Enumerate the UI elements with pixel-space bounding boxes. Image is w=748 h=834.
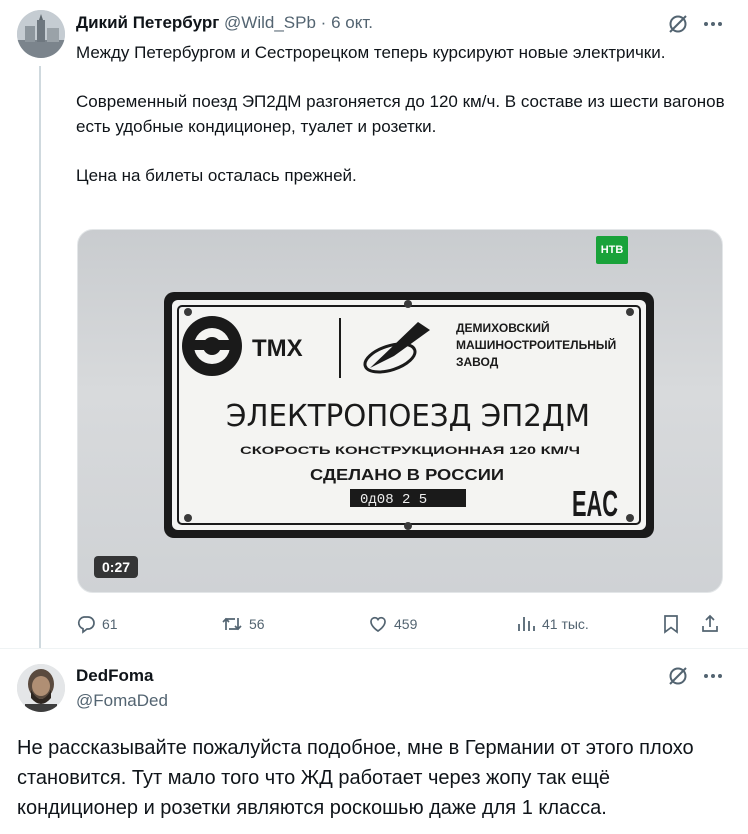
avatar-image — [17, 10, 65, 58]
author-handle[interactable]: @Wild_SPb — [224, 13, 316, 32]
grok-button[interactable] — [664, 664, 692, 688]
reply-author-name[interactable]: DedFoma — [76, 664, 153, 688]
like-button[interactable]: 459 — [368, 612, 417, 636]
tweet-header: Дикий Петербург @Wild_SPb · 6 окт. — [76, 11, 373, 35]
reply-button[interactable]: 61 — [76, 612, 118, 636]
views-button[interactable]: 41 тыс. — [516, 612, 589, 636]
retweet-button[interactable]: 56 — [221, 612, 265, 636]
tweet-paragraph: Цена на билеты осталась прежней. — [76, 166, 357, 185]
share-icon — [702, 614, 718, 632]
grok-icon — [669, 15, 687, 33]
video-frame: ТМХ ДЕМИХОВСКИЙ МАШИНОСТРОИТЕЛЬНЫЙ ЗАВОД… — [164, 292, 654, 538]
reply-author-avatar[interactable] — [17, 664, 65, 712]
avatar-image — [17, 664, 65, 712]
tweet-text: Между Петербургом и Сестрорецком теперь … — [76, 40, 726, 188]
screw-icon — [404, 522, 412, 530]
plate-brand: ТМХ — [252, 335, 303, 362]
screw-icon — [184, 514, 192, 522]
author-name[interactable]: Дикий Петербург — [76, 13, 219, 32]
views-icon — [518, 617, 535, 631]
more-options-button[interactable] — [700, 664, 726, 688]
more-icon — [704, 22, 722, 26]
reply-text: Не рассказывайте пожалуйста подобное, мн… — [17, 737, 694, 819]
bookmark-button[interactable] — [662, 612, 686, 636]
screw-icon — [626, 308, 634, 316]
reply-count: 61 — [102, 616, 118, 632]
like-count: 459 — [394, 616, 418, 632]
more-icon — [704, 674, 722, 678]
tweet-actions: 61 56 459 41 тыс. — [76, 612, 726, 636]
video-duration: 0:27 — [94, 556, 139, 578]
plate-serial: 0д08 2 5 — [360, 492, 427, 508]
screw-icon — [626, 514, 634, 522]
screw-icon — [184, 308, 192, 316]
tweet-divider — [0, 648, 748, 649]
screw-icon — [404, 300, 412, 308]
reply-icon — [77, 616, 95, 634]
tweet-timestamp[interactable]: 6 окт. — [331, 13, 373, 32]
video-player[interactable]: ТМХ ДЕМИХОВСКИЙ МАШИНОСТРОИТЕЛЬНЫЙ ЗАВОД… — [77, 229, 723, 593]
thread-connector-line — [39, 66, 41, 648]
tweet-paragraph: Между Петербургом и Сестрорецком теперь … — [76, 43, 666, 62]
tmh-logo-icon — [182, 316, 242, 376]
header-separator: · — [320, 13, 327, 32]
views-count: 41 тыс. — [542, 616, 589, 632]
plate-made-in: СДЕЛАНО В РОССИИ — [310, 467, 504, 484]
bookmark-icon — [664, 615, 678, 634]
retweet-icon — [222, 617, 242, 631]
plate-maker-line: ЗАВОД — [456, 355, 499, 369]
plate-maker-line: МАШИНОСТРОИТЕЛЬНЫЙ — [456, 337, 616, 352]
plate-model: ЭЛЕКТРОПОЕЗД ЭП2ДМ — [226, 399, 590, 434]
more-options-button[interactable] — [700, 12, 726, 36]
tweet-paragraph: Современный поезд ЭП2ДМ разгоняется до 1… — [76, 92, 725, 136]
grok-button[interactable] — [664, 12, 692, 36]
channel-logo: НТВ — [596, 236, 628, 264]
like-icon — [370, 616, 386, 632]
author-avatar[interactable] — [17, 10, 65, 58]
retweet-count: 56 — [249, 616, 265, 632]
reply-author-handle[interactable]: @FomaDed — [76, 689, 168, 713]
plate-cert-mark: EAC — [572, 483, 618, 524]
plate-maker-line: ДЕМИХОВСКИЙ — [456, 320, 550, 335]
plate-speed-line: СКОРОСТЬ КОНСТРУКЦИОННАЯ 120 КМ/Ч — [240, 445, 580, 457]
grok-icon — [669, 667, 687, 685]
share-button[interactable] — [700, 612, 726, 636]
